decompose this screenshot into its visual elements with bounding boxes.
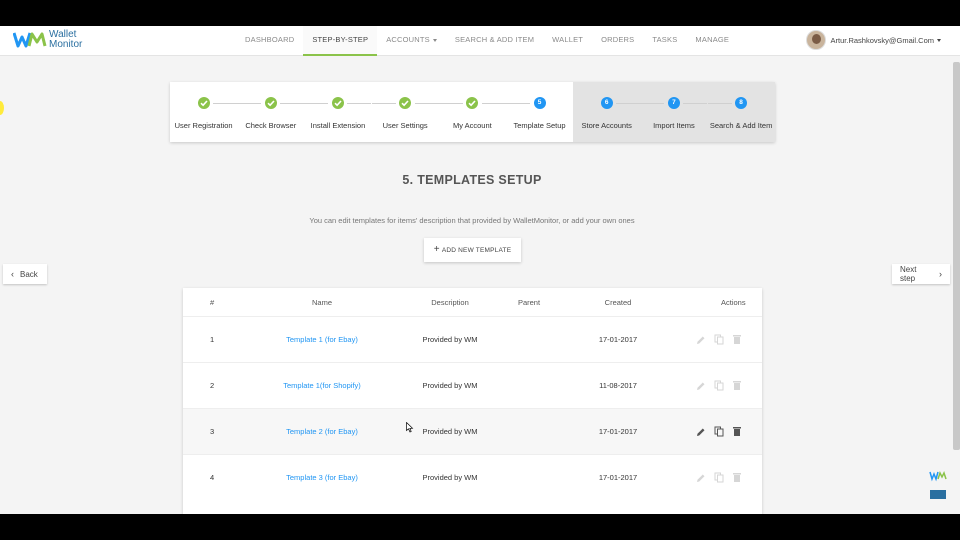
nav-accounts[interactable]: ACCOUNTS: [377, 26, 446, 56]
step-check-browser[interactable]: Check Browser: [237, 82, 305, 142]
step-user-registration[interactable]: User Registration: [170, 82, 237, 142]
check-icon: [399, 97, 412, 109]
nav-search-add-item[interactable]: SEARCH & ADD ITEM: [446, 26, 543, 56]
templates-table: # Name Description Parent Created Action…: [183, 288, 762, 514]
pencil-icon[interactable]: [695, 426, 707, 438]
step-template-setup[interactable]: 5 Template Setup: [505, 82, 573, 142]
table-header-row: # Name Description Parent Created Action…: [183, 288, 762, 316]
trash-icon[interactable]: [731, 472, 743, 484]
check-icon: [264, 97, 277, 109]
watermark-logo-icon: [929, 471, 947, 499]
step-number: 6: [600, 97, 613, 109]
chevron-left-icon: ‹: [11, 268, 14, 279]
nav-dashboard[interactable]: DASHBOARD: [236, 26, 303, 56]
step-store-accounts[interactable]: 6 Store Accounts: [573, 82, 641, 142]
header-created[interactable]: Created: [588, 288, 648, 316]
check-icon: [331, 97, 344, 109]
header-parent[interactable]: Parent: [508, 288, 550, 316]
check-icon: [466, 97, 479, 109]
step-number: 8: [735, 97, 748, 109]
step-import-items[interactable]: 7 Import Items: [640, 82, 708, 142]
copy-icon[interactable]: [713, 426, 725, 438]
setup-stepper: User Registration Check Browser Install …: [170, 82, 775, 142]
template-name-link[interactable]: Template 2 (for Ebay): [286, 427, 358, 436]
header-actions: Actions: [721, 297, 746, 307]
copy-icon[interactable]: [713, 472, 725, 484]
back-button[interactable]: ‹ Back: [3, 264, 47, 284]
trash-icon[interactable]: [731, 380, 743, 392]
pencil-icon[interactable]: [695, 380, 707, 392]
template-name-link[interactable]: Template 3 (for Ebay): [286, 473, 358, 482]
header-description[interactable]: Description: [405, 288, 495, 316]
pencil-icon[interactable]: [695, 472, 707, 484]
next-step-label: Next step: [900, 265, 917, 283]
step-my-account[interactable]: My Account: [438, 82, 506, 142]
chevron-down-icon: [432, 38, 437, 42]
add-new-template-button[interactable]: + ADD NEW TEMPLATE: [424, 238, 521, 262]
app-viewport: Wallet Monitor DASHBOARD STEP-BY-STEP AC…: [0, 26, 960, 514]
page-title: 5. TEMPLATES SETUP: [402, 173, 542, 187]
trash-icon[interactable]: [731, 426, 743, 438]
table-row: 3 Template 2 (for Ebay) Provided by WM 1…: [183, 408, 762, 454]
step-install-extension[interactable]: Install Extension: [304, 82, 372, 142]
template-name-link[interactable]: Template 1 (for Ebay): [286, 335, 358, 344]
header-name[interactable]: Name: [278, 288, 366, 316]
trash-icon[interactable]: [731, 334, 743, 346]
table-row: 4 Template 3 (for Ebay) Provided by WM 1…: [183, 454, 762, 500]
step-search-add-item[interactable]: 8 Search & Add Item: [707, 82, 775, 142]
check-icon: [197, 97, 210, 109]
user-email: Artur.Rashkovsky@Gmail.Com: [830, 35, 934, 45]
step-number: 5: [533, 97, 546, 109]
plus-icon: +: [433, 244, 440, 255]
table-row: 1 Template 1 (for Ebay) Provided by WM 1…: [183, 316, 762, 362]
next-step-button[interactable]: Next step ›: [892, 264, 950, 284]
copy-icon[interactable]: [713, 380, 725, 392]
main-nav: DASHBOARD STEP-BY-STEP ACCOUNTS SEARCH &…: [236, 26, 738, 56]
user-menu[interactable]: Artur.Rashkovsky@Gmail.Com: [805, 30, 941, 50]
mouse-cursor-icon: [406, 422, 414, 433]
add-new-template-label: ADD NEW TEMPLATE: [441, 246, 512, 254]
logo[interactable]: Wallet Monitor: [13, 30, 82, 50]
nav-step-by-step[interactable]: STEP-BY-STEP: [303, 26, 378, 56]
template-name-link[interactable]: Template 1(for Shopify): [283, 381, 361, 390]
chevron-right-icon: ›: [939, 268, 942, 279]
cursor-highlight-marker: [0, 101, 4, 115]
logo-text-line2: Monitor: [49, 39, 83, 50]
wallet-monitor-logo-icon: [13, 32, 47, 48]
pencil-icon[interactable]: [695, 334, 707, 346]
top-navbar: Wallet Monitor DASHBOARD STEP-BY-STEP AC…: [0, 26, 960, 56]
chevron-down-icon: [937, 38, 941, 42]
nav-tasks[interactable]: TASKS: [643, 26, 686, 56]
table-row: 2 Template 1(for Shopify) Provided by WM…: [183, 362, 762, 408]
step-label: Search & Add Item: [709, 121, 773, 130]
avatar: [805, 30, 826, 50]
page-subtitle: You can edit templates for items' descri…: [309, 216, 635, 225]
nav-wallet[interactable]: WALLET: [543, 26, 592, 56]
back-label: Back: [20, 269, 38, 279]
nav-orders[interactable]: ORDERS: [592, 26, 643, 56]
step-number: 7: [667, 97, 680, 109]
header-num: #: [210, 297, 215, 307]
page-scrollbar[interactable]: [953, 62, 960, 450]
nav-manage[interactable]: MANAGE: [686, 26, 738, 56]
step-user-settings[interactable]: User Settings: [371, 82, 439, 142]
copy-icon[interactable]: [713, 334, 725, 346]
